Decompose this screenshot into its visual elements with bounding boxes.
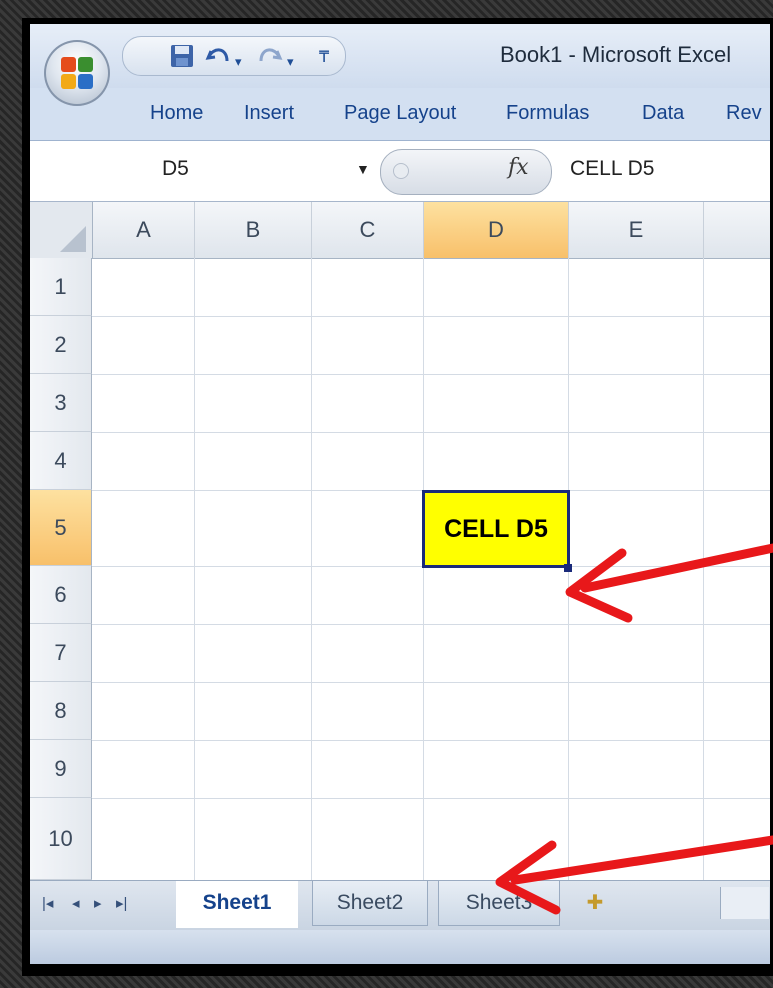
chevron-down-icon[interactable]: ▼ (356, 161, 370, 177)
excel-window: ▾ ▾ ₸ Book1 - Microsoft Excel Home Inser… (22, 18, 773, 976)
row-header-8[interactable]: 8 (30, 682, 92, 740)
function-icon[interactable]: fx (508, 155, 529, 180)
tab-data[interactable]: Data (642, 102, 684, 125)
row-header-10[interactable]: 10 (30, 798, 92, 880)
undo-dropdown-icon[interactable]: ▾ (235, 49, 242, 75)
row-header-2[interactable]: 2 (30, 316, 92, 374)
row-header-7[interactable]: 7 (30, 624, 92, 682)
sheet-tab-sheet2[interactable]: Sheet2 (312, 881, 428, 926)
gridline-horizontal (92, 798, 770, 799)
gridline-vertical (703, 258, 704, 880)
column-header-f[interactable] (704, 202, 770, 258)
office-button[interactable] (44, 40, 110, 106)
tab-formulas[interactable]: Formulas (506, 102, 589, 125)
sheet-tab-sheet1[interactable]: Sheet1 (176, 881, 298, 928)
title-bar: ▾ ▾ ₸ Book1 - Microsoft Excel (30, 24, 770, 88)
horizontal-scrollbar[interactable] (720, 887, 769, 919)
column-header-e[interactable]: E (569, 202, 704, 258)
quick-access-toolbar: ▾ ▾ ₸ (122, 36, 346, 76)
office-logo-icon (61, 57, 93, 89)
tab-home[interactable]: Home (150, 102, 203, 125)
formula-bar: D5 ▼ fx CELL D5 (30, 141, 770, 202)
gridline-vertical (194, 258, 195, 880)
fill-handle[interactable] (564, 564, 572, 572)
gridline-vertical (311, 258, 312, 880)
status-bar (30, 930, 770, 964)
insert-sheet-icon[interactable]: ✚ (578, 887, 612, 919)
save-icon[interactable] (169, 43, 195, 75)
row-header-5[interactable]: 5 (30, 490, 92, 566)
column-header-b[interactable]: B (195, 202, 312, 258)
active-cell-d5[interactable]: CELL D5 (422, 490, 570, 568)
select-all-triangle-icon (60, 226, 86, 252)
column-header-c[interactable]: C (312, 202, 424, 258)
sheet-tab-bar: |◂ ◂ ▸ ▸| Sheet1 Sheet2 Sheet3 ✚ (30, 880, 770, 931)
customize-qat-icon[interactable]: ₸ (319, 45, 329, 71)
name-box-value: D5 (162, 157, 189, 180)
column-header-row: A B C D E (30, 202, 770, 259)
ribbon-tabs: Home Insert Page Layout Formulas Data Re… (30, 88, 770, 141)
prev-sheet-icon[interactable]: ◂ (72, 894, 80, 912)
first-sheet-icon[interactable]: |◂ (42, 894, 53, 912)
row-header-1[interactable]: 1 (30, 258, 92, 316)
gridline-horizontal (92, 432, 770, 433)
last-sheet-icon[interactable]: ▸| (116, 894, 127, 912)
select-all-button[interactable] (30, 202, 93, 258)
sheet-tab-sheet3[interactable]: Sheet3 (438, 881, 560, 926)
column-header-a[interactable]: A (93, 202, 195, 258)
row-header-4[interactable]: 4 (30, 432, 92, 490)
gridline-vertical (423, 258, 424, 880)
gridline-horizontal (92, 316, 770, 317)
gridline-horizontal (92, 740, 770, 741)
redo-dropdown-icon[interactable]: ▾ (287, 49, 294, 75)
formula-input[interactable]: CELL D5 (570, 157, 654, 181)
tab-page-layout[interactable]: Page Layout (344, 102, 456, 125)
redo-icon[interactable] (255, 43, 283, 75)
row-header-9[interactable]: 9 (30, 740, 92, 798)
row-header-6[interactable]: 6 (30, 566, 92, 624)
gridline-horizontal (92, 624, 770, 625)
column-header-d[interactable]: D (424, 202, 569, 258)
row-header-3[interactable]: 3 (30, 374, 92, 432)
tab-review[interactable]: Rev (726, 102, 762, 125)
gridline-horizontal (92, 374, 770, 375)
tab-insert[interactable]: Insert (244, 102, 294, 125)
excel-window-inner: ▾ ▾ ₸ Book1 - Microsoft Excel Home Inser… (30, 24, 770, 964)
next-sheet-icon[interactable]: ▸ (94, 894, 102, 912)
gridline-horizontal (92, 682, 770, 683)
window-title: Book1 - Microsoft Excel (500, 42, 732, 67)
name-box[interactable]: D5 ▼ (30, 141, 370, 199)
undo-icon[interactable] (205, 43, 233, 75)
splitter-knob-icon (393, 163, 409, 179)
